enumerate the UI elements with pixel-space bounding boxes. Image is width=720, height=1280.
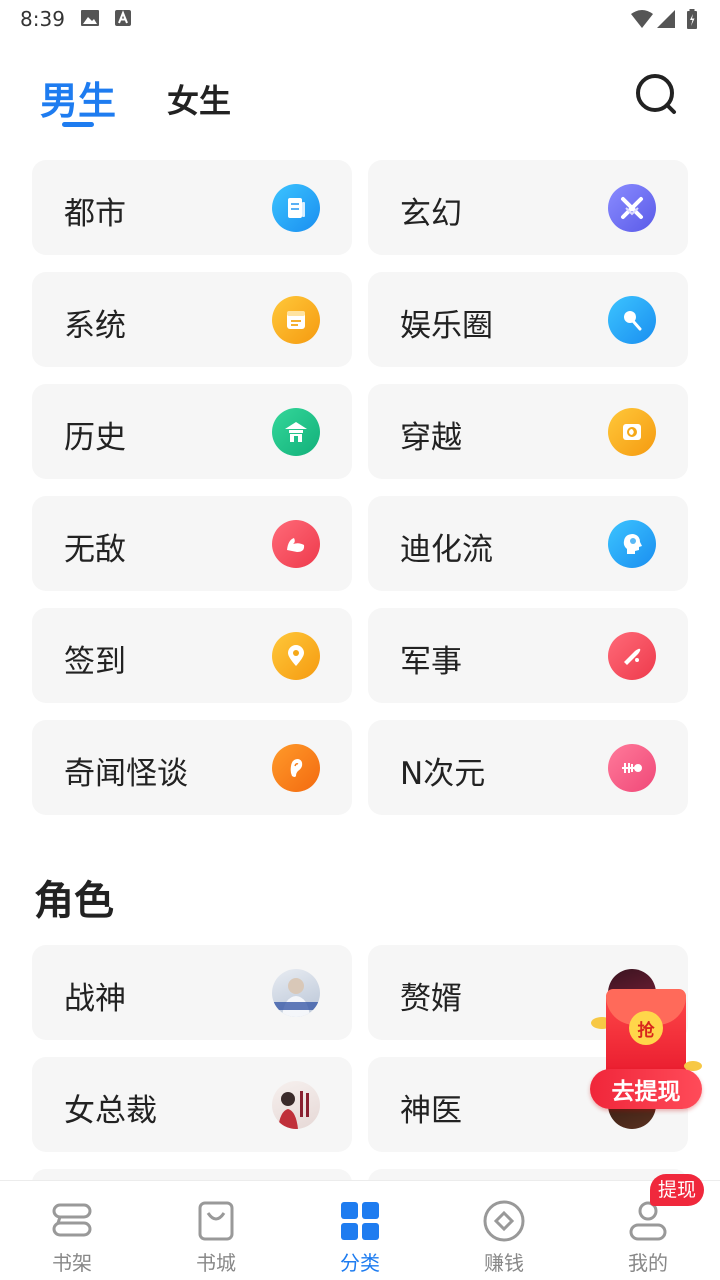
genre-card-qiwenguaitan[interactable]: 奇闻怪谈 [32,720,352,815]
temple-icon [272,408,320,456]
nav-label: 书城 [196,1251,236,1275]
red-envelope-promo[interactable]: 抢 去提现 [588,985,706,1110]
newspaper-icon [272,184,320,232]
shopping-bag-icon [198,1201,234,1241]
signal-icon [656,9,676,33]
withdraw-button[interactable]: 去提现 [590,1069,702,1109]
role-card-zhanshen[interactable]: 战神 [32,945,352,1040]
category-grid-icon [341,1202,379,1240]
genre-card-dushi[interactable]: 都市 [32,160,352,255]
genre-card-dihualiu[interactable]: 迪化流 [368,496,688,591]
bottom-nav: 书架 书城 分类 赚钱 我的 [0,1180,720,1280]
search-icon [636,74,676,114]
genre-card-xitong[interactable]: 系统 [32,272,352,367]
genre-card-nciyuan[interactable]: N次元 [368,720,688,815]
genre-label: 无敌 [64,532,126,568]
envelope-char: 抢 [629,1011,663,1045]
genre-label: 玄幻 [400,196,462,232]
status-time: 8:39 [20,7,65,31]
crossed-swords-icon [608,184,656,232]
tab-male[interactable]: 男生 [40,70,116,125]
nav-label: 分类 [340,1251,380,1275]
nav-label: 我的 [628,1251,668,1275]
genre-card-yulequan[interactable]: 娱乐圈 [368,272,688,367]
battery-icon [686,9,698,33]
note-icon [272,296,320,344]
genre-card-chuanyue[interactable]: 穿越 [368,384,688,479]
genre-card-qiandao[interactable]: 签到 [32,608,352,703]
genre-label: 穿越 [400,420,462,456]
genre-card-xuanhuan[interactable]: 玄幻 [368,160,688,255]
genre-label: 娱乐圈 [400,308,493,344]
head-icon [608,520,656,568]
nav-earn[interactable]: 赚钱 [432,1181,576,1280]
genre-label: N次元 [400,756,486,792]
portal-icon [608,408,656,456]
genre-card-wudi[interactable]: 无敌 [32,496,352,591]
active-tab-indicator [62,122,94,127]
genre-card-junshi[interactable]: 军事 [368,608,688,703]
bullet-icon [608,632,656,680]
role-label: 女总裁 [64,1093,157,1129]
muscle-icon [272,520,320,568]
book-cover-image [272,1081,320,1129]
genre-label: 奇闻怪谈 [64,756,188,792]
genre-label: 军事 [400,644,462,680]
app-notification-icon [114,9,132,31]
withdraw-badge: 提现 [650,1174,705,1206]
role-card-nvzongcai[interactable]: 女总裁 [32,1057,352,1152]
genre-card-lishi[interactable]: 历史 [32,384,352,479]
location-pin-icon [272,632,320,680]
search-button[interactable] [634,72,678,116]
nav-category[interactable]: 分类 [288,1181,432,1280]
coin-icon [483,1200,525,1242]
fish-bone-icon [608,744,656,792]
genre-label: 历史 [64,420,126,456]
red-envelope-icon: 抢 [606,989,686,1081]
tab-female[interactable]: 女生 [167,76,231,122]
genre-label: 迪化流 [400,532,493,568]
role-label: 赘婿 [400,981,462,1017]
section-title-roles: 角色 [34,878,114,924]
genre-label: 系统 [64,308,126,344]
wifi-icon [630,9,654,33]
nav-label: 赚钱 [484,1251,524,1275]
ear-icon [272,744,320,792]
microphone-icon [608,296,656,344]
nav-label: 书架 [52,1251,92,1275]
book-cover-image [272,969,320,1017]
genre-label: 签到 [64,644,126,680]
bookshelf-icon [52,1203,92,1237]
nav-bookstore[interactable]: 书城 [144,1181,288,1280]
role-label: 神医 [400,1093,462,1129]
genre-label: 都市 [64,196,126,232]
gallery-notification-icon [80,9,100,31]
nav-bookshelf[interactable]: 书架 [0,1181,144,1280]
role-label: 战神 [64,981,126,1017]
status-bar: 8:39 [0,0,720,38]
